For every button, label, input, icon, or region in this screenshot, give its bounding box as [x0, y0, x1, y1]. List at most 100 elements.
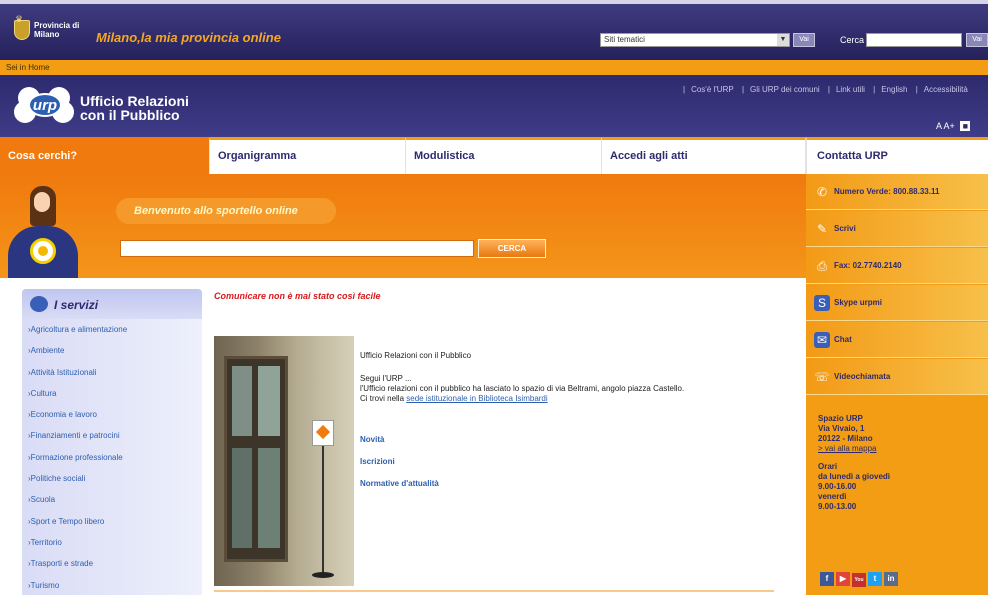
- iscrizioni-link[interactable]: Iscrizioni: [360, 457, 395, 466]
- hours-friday: 9.00-13.00: [818, 502, 857, 511]
- chat-icon: ✉: [814, 332, 830, 348]
- office-city: 20122 - Milano: [818, 434, 873, 443]
- contact-item-label: Chat: [834, 335, 852, 344]
- search-label: Cerca: [840, 35, 865, 45]
- urp-logo[interactable]: urp: [12, 85, 74, 125]
- portal-tagline: Milano,la mia provincia online: [96, 30, 281, 45]
- util-link-comuni[interactable]: Gli URP dei comuni: [750, 85, 820, 94]
- flickr-icon[interactable]: ▶: [836, 572, 850, 586]
- office-address: Spazio URP Via Vivaio, 1 20122 - Milano …: [818, 414, 978, 512]
- linkedin-icon[interactable]: in: [884, 572, 898, 586]
- contrast-button[interactable]: ■: [960, 121, 971, 131]
- normative-link[interactable]: Normative d'attualità: [360, 479, 439, 488]
- util-link-english[interactable]: English: [881, 85, 907, 94]
- intro-text: Segui l'URP ... l'Ufficio relazioni con …: [360, 374, 780, 404]
- topic-go-button[interactable]: Vai: [793, 33, 815, 47]
- service-item[interactable]: Economia e lavoro: [28, 410, 127, 431]
- services-header: I servizi: [22, 289, 202, 319]
- skype-icon: S: [814, 295, 830, 311]
- services-title: I servizi: [54, 298, 99, 312]
- provincia-logo-text: Provincia di Milano: [34, 21, 80, 39]
- urp-name: Ufficio Relazioni con il Pubblico: [360, 351, 472, 360]
- hours-days: da lunedì a giovedì: [818, 472, 891, 481]
- mascot-face: [34, 192, 50, 212]
- welcome-text: Benvenuto allo sportello online: [134, 205, 298, 217]
- font-large-button[interactable]: A+: [944, 121, 955, 131]
- sede-link[interactable]: sede istituzionale in Biblioteca Isimbar…: [406, 394, 547, 403]
- main-nav: Cosa cerchi? Organigramma Modulistica Ac…: [0, 137, 988, 174]
- service-item[interactable]: Scuola: [28, 495, 127, 516]
- service-item[interactable]: Turismo: [28, 581, 127, 595]
- service-item[interactable]: Agricoltura e alimentazione: [28, 325, 128, 346]
- contact-item-fax[interactable]: ⎙ Fax: 02.7740.2140: [806, 248, 988, 284]
- util-link-useful[interactable]: Link utili: [836, 85, 865, 94]
- service-item[interactable]: Formazione professionale: [28, 453, 127, 474]
- contact-item-label: Numero Verde: 800.88.33.11: [834, 187, 940, 196]
- tab-organigramma[interactable]: Organigramma: [210, 137, 406, 174]
- font-small-button[interactable]: A: [936, 121, 942, 131]
- page-title-line1: Ufficio Relazioni: [80, 93, 189, 109]
- contact-item-label: Scrivi: [834, 224, 856, 233]
- photo-glass: [258, 448, 280, 548]
- service-item[interactable]: Trasporti e strade: [28, 559, 127, 580]
- photo-glass: [232, 366, 252, 436]
- page-title: Ufficio Relazioni con il Pubblico: [80, 94, 189, 122]
- breadcrumb[interactable]: Sei in Home: [6, 63, 50, 72]
- services-icon: [30, 296, 48, 312]
- contact-item-label: Skype urpmi: [834, 298, 883, 307]
- contact-item-video[interactable]: ☏ Videochiamata: [806, 359, 988, 395]
- youtube-icon[interactable]: You: [852, 573, 866, 587]
- social-links: f ▶ You t in: [820, 572, 900, 587]
- portal-top-bar: ♛ Provincia di Milano Milano,la mia prov…: [0, 0, 988, 60]
- chevron-down-icon[interactable]: ▼: [777, 34, 789, 46]
- contact-item-phone[interactable]: ✆ Numero Verde: 800.88.33.11: [806, 174, 988, 210]
- service-item[interactable]: Territorio: [28, 538, 127, 559]
- search-go-button[interactable]: Vai: [966, 33, 988, 47]
- utility-links: | Cos'è l'URP | Gli URP dei comuni | Link u…: [683, 85, 968, 94]
- crown-icon: ♛: [15, 14, 24, 24]
- phone-icon: ✆: [816, 185, 828, 199]
- twitter-icon[interactable]: t: [868, 572, 882, 586]
- util-link-accessibility[interactable]: Accessibilità: [924, 85, 968, 94]
- intro-line-1: Segui l'URP ...: [360, 374, 412, 383]
- tab-cosa-cerchi[interactable]: Cosa cerchi?: [0, 137, 210, 174]
- hero-search-input[interactable]: [120, 240, 474, 257]
- urp-header: urp Ufficio Relazioni con il Pubblico | C…: [0, 75, 988, 137]
- services-menu: I servizi Agricoltura e alimentazione Am…: [22, 289, 202, 595]
- service-item[interactable]: Politiche sociali: [28, 474, 127, 495]
- service-item[interactable]: Cultura: [28, 389, 127, 410]
- pen-icon: ✎: [816, 222, 828, 236]
- contact-item-write[interactable]: ✎ Scrivi: [806, 211, 988, 247]
- map-link[interactable]: > vai alla mappa: [818, 444, 978, 454]
- tab-accedi-atti[interactable]: Accedi agli atti: [602, 137, 806, 174]
- contact-item-chat[interactable]: ✉ Chat: [806, 322, 988, 358]
- facebook-icon[interactable]: f: [820, 572, 834, 586]
- hero-banner: Benvenuto allo sportello online CERCA: [0, 174, 806, 278]
- urp-office-photo: [214, 336, 354, 586]
- util-link-about[interactable]: Cos'è l'URP: [691, 85, 734, 94]
- provincia-logo[interactable]: ♛ Provincia di Milano: [14, 14, 94, 50]
- breadcrumb-bar: Sei in Home: [0, 60, 988, 75]
- service-item[interactable]: Attività Istituzionali: [28, 368, 127, 389]
- contact-sidebar: ✆ Numero Verde: 800.88.33.11 ✎ Scrivi ⎙ …: [806, 174, 988, 595]
- service-item[interactable]: Ambiente: [28, 346, 127, 367]
- service-item[interactable]: Sport e Tempo libero: [28, 517, 127, 538]
- intro-line-3-text: Ci trovi nella: [360, 394, 405, 403]
- tab-contatta-urp[interactable]: Contatta URP: [806, 137, 988, 174]
- sun-icon: [30, 238, 56, 264]
- hours-friday-label: venerdì: [818, 492, 847, 501]
- service-item[interactable]: Finanziamenti e patrocini: [28, 431, 127, 452]
- video-call-icon: ☏: [814, 370, 830, 384]
- hero-search-button[interactable]: CERCA: [478, 239, 546, 258]
- topic-sites-select[interactable]: Siti tematici ▼: [600, 33, 790, 47]
- font-size-controls: A A+ ■: [936, 121, 971, 131]
- novita-link[interactable]: Novità: [360, 435, 384, 444]
- intro-line-3: Ci trovi nella sede istituzionale in Bib…: [360, 394, 780, 404]
- urp-logo-text: urp: [28, 93, 62, 117]
- search-input[interactable]: [866, 33, 962, 47]
- mascot-illustration: [8, 186, 88, 278]
- topic-sites-value: Siti tematici: [604, 35, 645, 44]
- tab-modulistica[interactable]: Modulistica: [406, 137, 602, 174]
- photo-sign-pole: [322, 446, 324, 576]
- contact-item-skype[interactable]: S Skype urpmi: [806, 285, 988, 321]
